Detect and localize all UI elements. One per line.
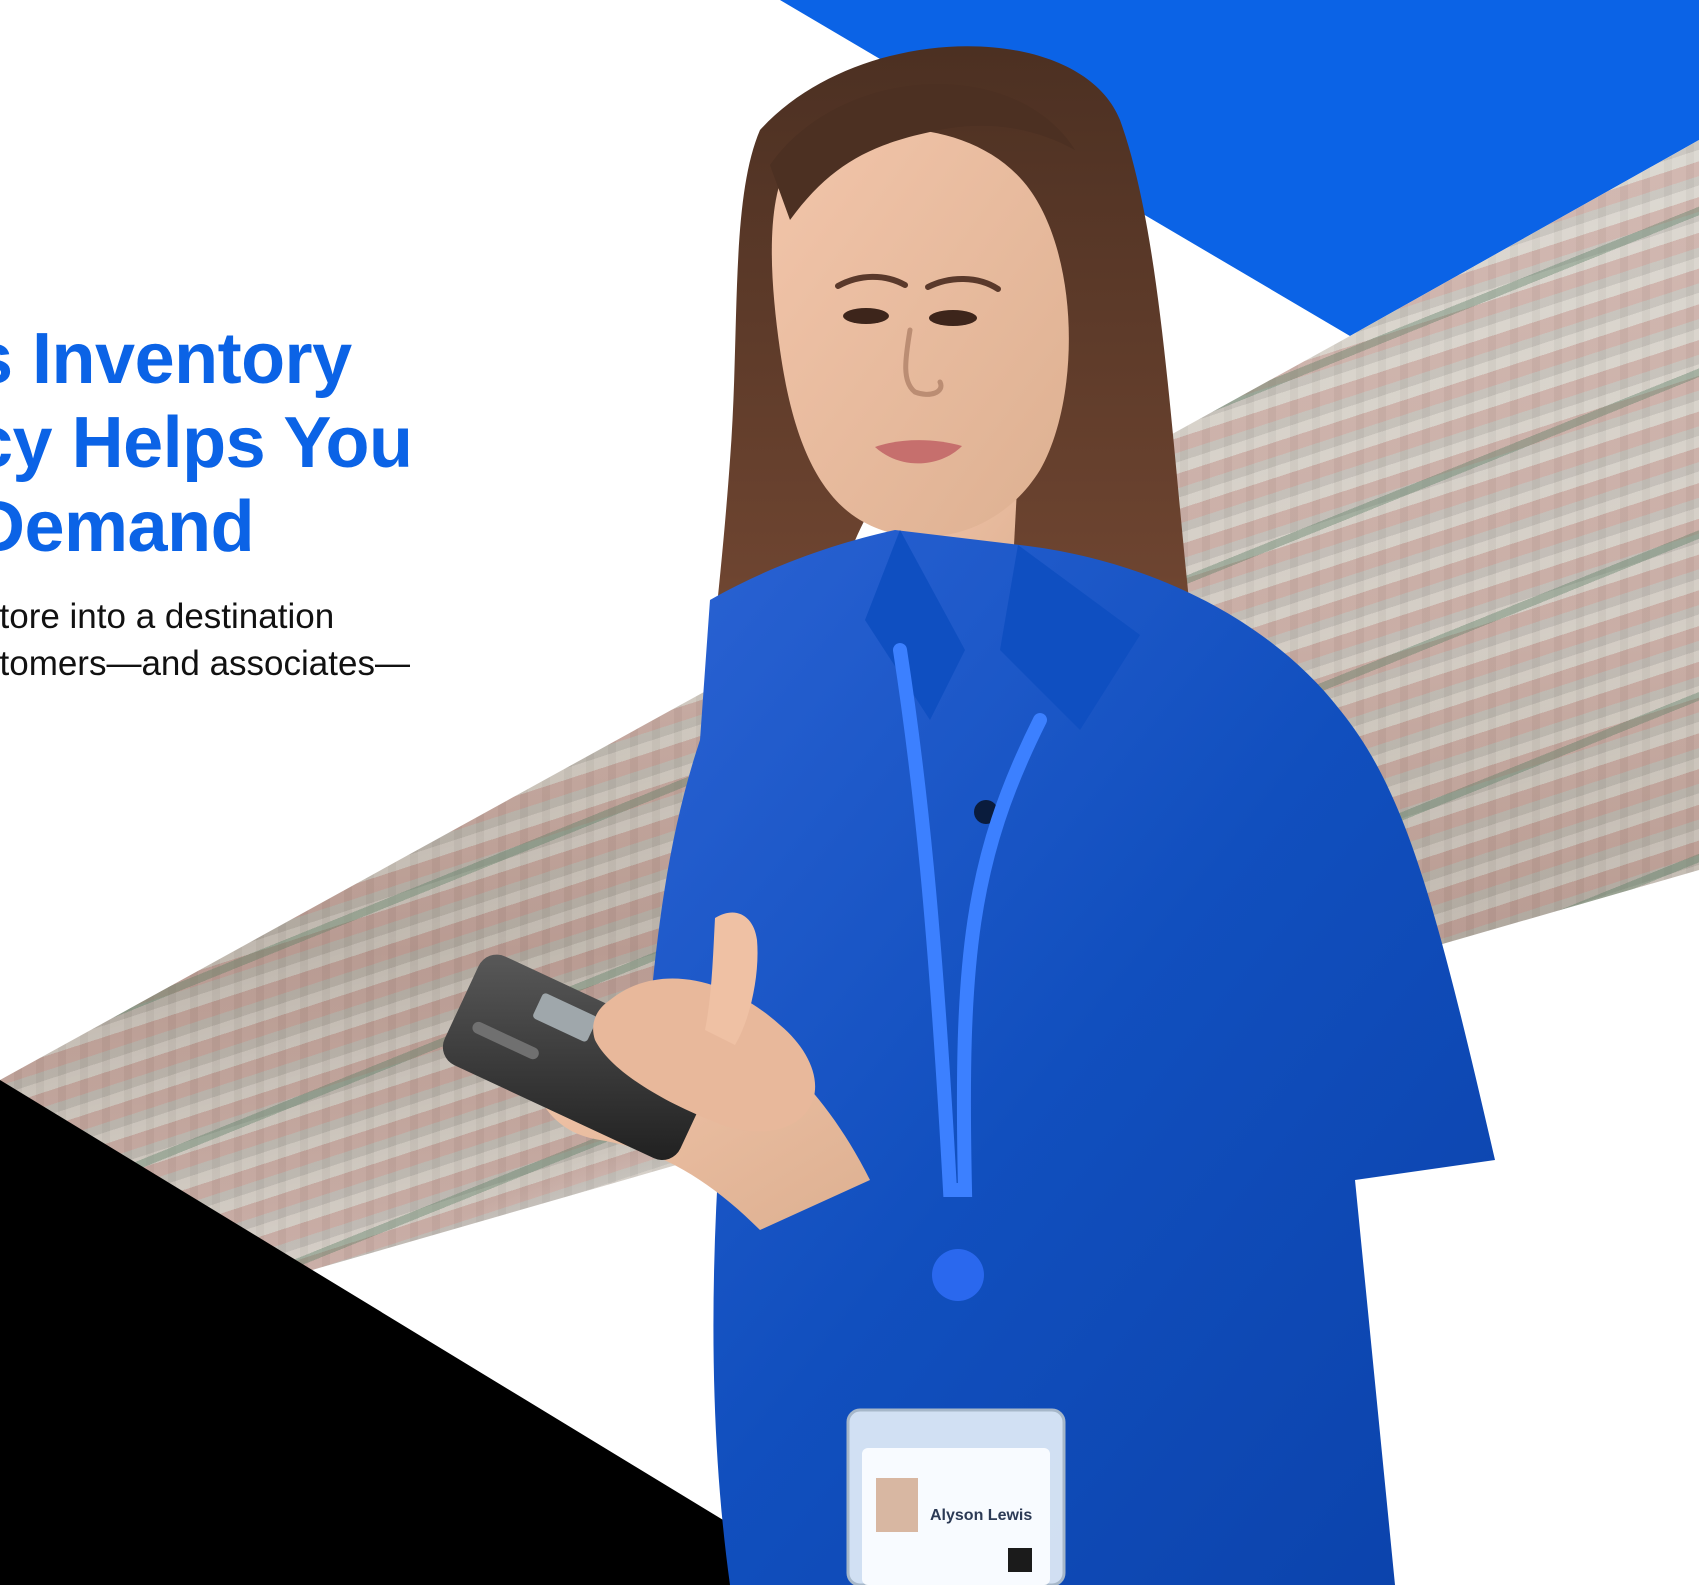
face bbox=[771, 128, 1069, 538]
left-eye bbox=[843, 308, 889, 324]
nose bbox=[903, 327, 944, 397]
lips bbox=[875, 440, 962, 464]
badge-holder bbox=[846, 1408, 1066, 1585]
hero-banner: Alyson Lewis s Inventory cy Helps You De… bbox=[0, 0, 1699, 1585]
headline: s Inventory cy Helps You Demand bbox=[0, 317, 533, 569]
badge-card bbox=[862, 1448, 1050, 1585]
badge-qr-icon bbox=[1008, 1548, 1032, 1572]
right-eye bbox=[929, 310, 977, 326]
right-brow bbox=[925, 276, 1001, 292]
badge-photo bbox=[876, 1478, 918, 1532]
lanyard-reel bbox=[932, 1249, 984, 1301]
subheadline-line-2: stomers—and associates— bbox=[0, 644, 410, 683]
badge-name: Alyson Lewis bbox=[930, 1507, 1032, 1524]
left-brow bbox=[835, 273, 908, 289]
subheadline-line-1: store into a destination bbox=[0, 597, 335, 636]
headline-line-1: s Inventory bbox=[0, 319, 352, 399]
subheadline: store into a destination stomers—and ass… bbox=[0, 593, 502, 687]
headline-line-3: Demand bbox=[0, 487, 255, 567]
headline-line-2: cy Helps You bbox=[0, 403, 413, 483]
